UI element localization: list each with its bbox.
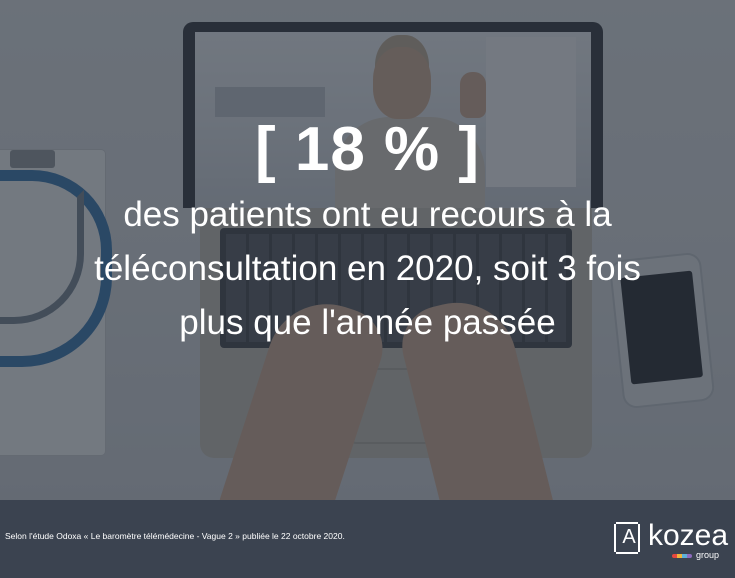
kozea-logo: A kozea group bbox=[614, 516, 734, 566]
headline-stat: [ 18 % ] bbox=[254, 115, 481, 184]
logo-dots-icon bbox=[672, 554, 692, 558]
headline: [ 18 % ] des patients ont eu recours à l… bbox=[0, 115, 735, 350]
logo-mark: A bbox=[622, 526, 636, 548]
source-note: Selon l'étude Odoxa « Le baromètre télém… bbox=[5, 531, 345, 541]
footer-bar: Selon l'étude Odoxa « Le baromètre télém… bbox=[0, 500, 735, 578]
headline-caption: des patients ont eu recours à la télécon… bbox=[94, 195, 641, 342]
logo-subtitle: group bbox=[696, 550, 720, 560]
